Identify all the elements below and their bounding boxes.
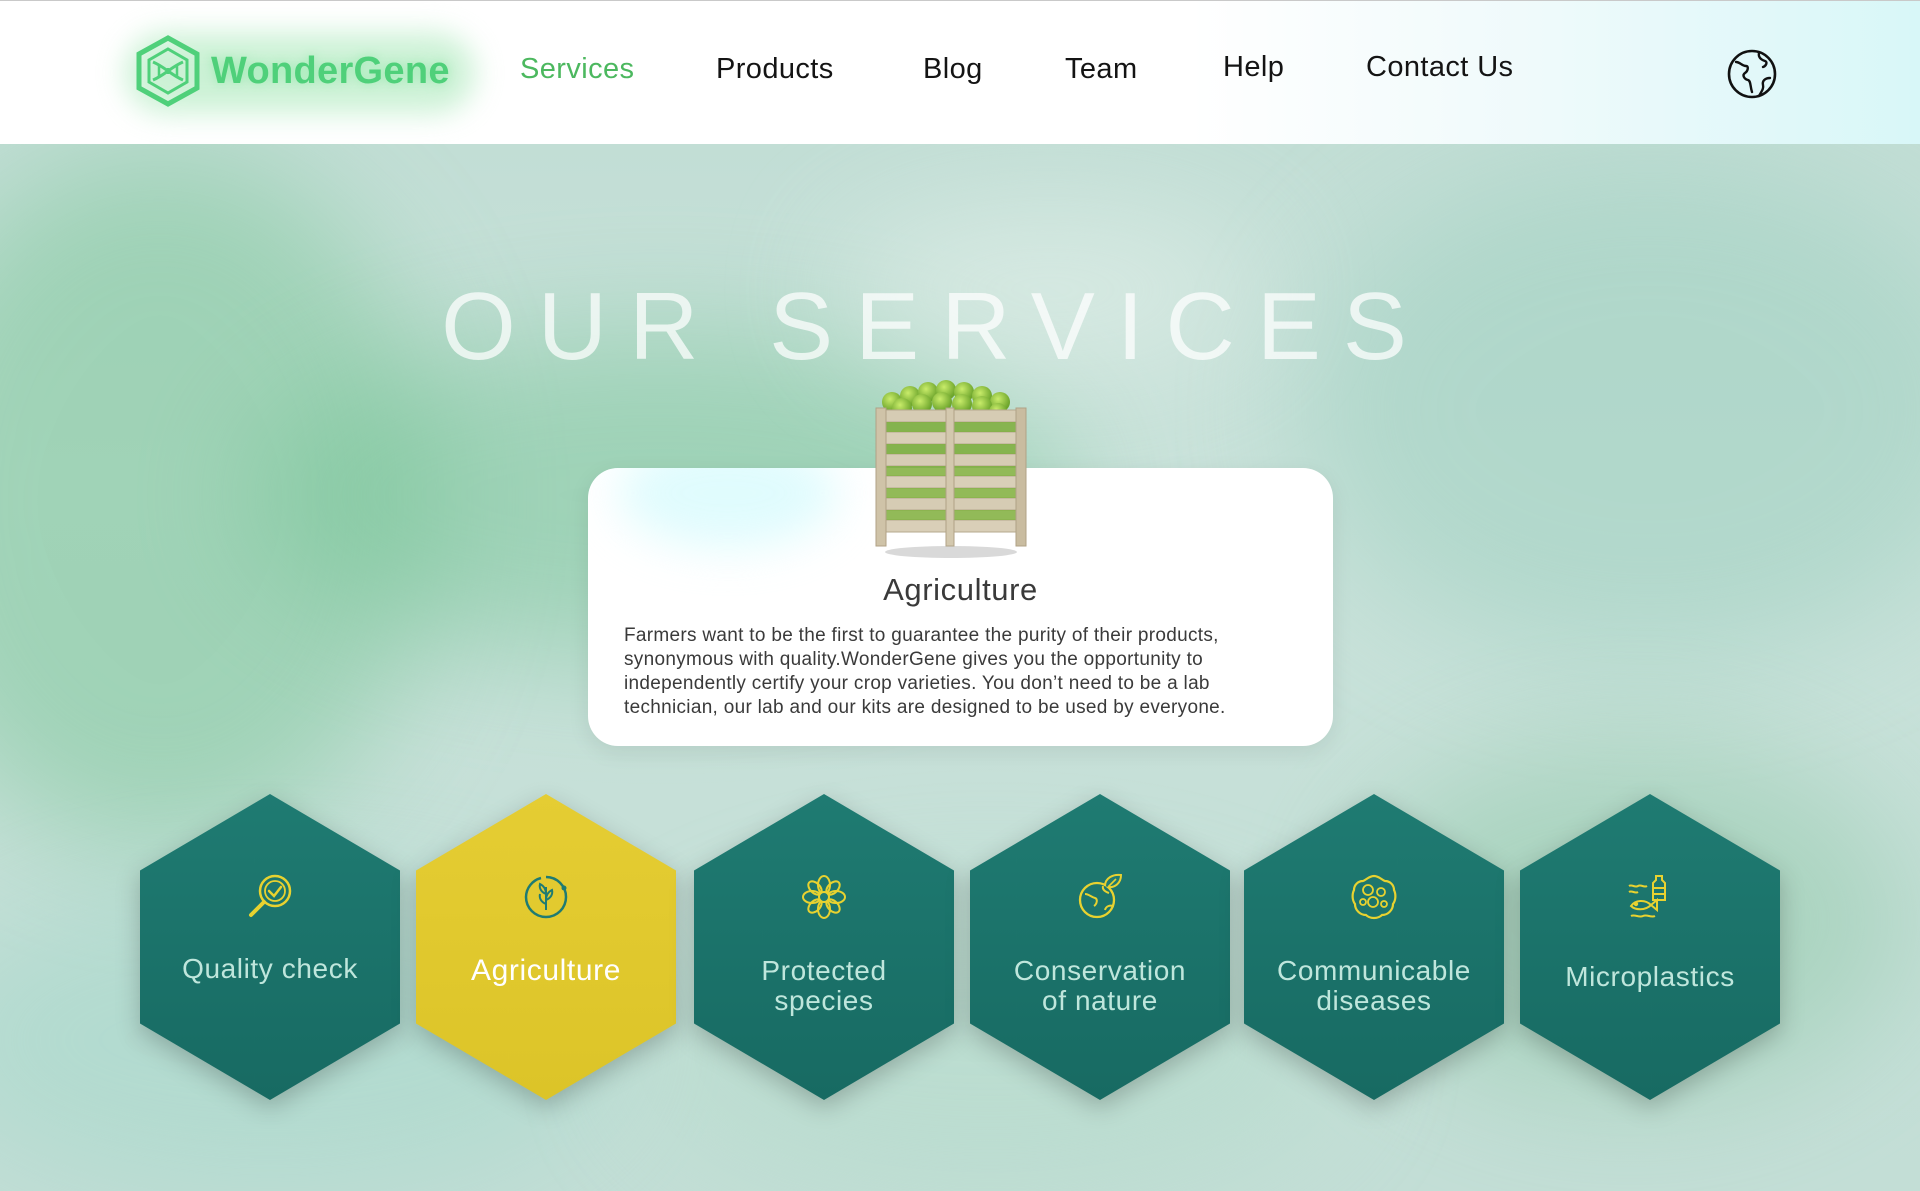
earth-leaf-icon [1078, 873, 1123, 919]
fish-bottle-icon [1628, 875, 1666, 918]
flower-icon [802, 875, 846, 919]
apple-crate-image [875, 380, 1027, 558]
service-detail-title: Agriculture [883, 572, 1038, 607]
plant-cycle-icon [524, 875, 568, 919]
nav-item-services[interactable]: Services [520, 53, 634, 86]
service-label: Quality check [182, 953, 358, 984]
service-label-line: species [774, 985, 874, 1016]
service-tile-quality-check[interactable]: Quality check [140, 794, 400, 1100]
service-label: Agriculture [471, 954, 621, 987]
service-tile-protected-species[interactable]: Protected species [694, 794, 954, 1100]
globe-icon[interactable] [1726, 48, 1778, 100]
service-tile-agriculture[interactable]: Agriculture [416, 794, 676, 1100]
service-label: Conservation of nature [980, 956, 1220, 1016]
virus-icon [1351, 874, 1397, 920]
service-label-line: Conservation [1013, 955, 1187, 986]
service-label-line: of nature [1042, 985, 1158, 1016]
magnifier-check-icon [249, 874, 292, 917]
brand-name: WonderGene [211, 49, 450, 92]
top-navigation-bar: WonderGene Services Products Blog Team H… [0, 0, 1920, 144]
service-label: Communicable diseases [1254, 956, 1494, 1016]
nav-item-team[interactable]: Team [1065, 53, 1138, 86]
nav-item-products[interactable]: Products [716, 53, 834, 86]
service-tile-microplastics[interactable]: Microplastics [1520, 794, 1780, 1100]
service-label-line: Protected [761, 955, 887, 986]
service-tile-communicable-diseases[interactable]: Communicable diseases [1244, 794, 1504, 1100]
service-label: Microplastics [1565, 961, 1735, 992]
service-label: Protected species [704, 956, 944, 1016]
service-label-line: diseases [1316, 985, 1432, 1016]
service-detail-description: Farmers want to be the first to guarante… [624, 625, 1226, 718]
service-tile-conservation-of-nature[interactable]: Conservation of nature [970, 794, 1230, 1100]
service-label-line: Communicable [1277, 955, 1471, 986]
nav-item-blog[interactable]: Blog [923, 53, 983, 86]
nav-item-contact-us[interactable]: Contact Us [1366, 51, 1513, 84]
dna-cube-icon [136, 35, 200, 107]
nav-item-help[interactable]: Help [1223, 51, 1284, 84]
page-title: OUR SERVICES [441, 273, 1429, 381]
brand-logo[interactable]: WonderGene [125, 33, 475, 113]
